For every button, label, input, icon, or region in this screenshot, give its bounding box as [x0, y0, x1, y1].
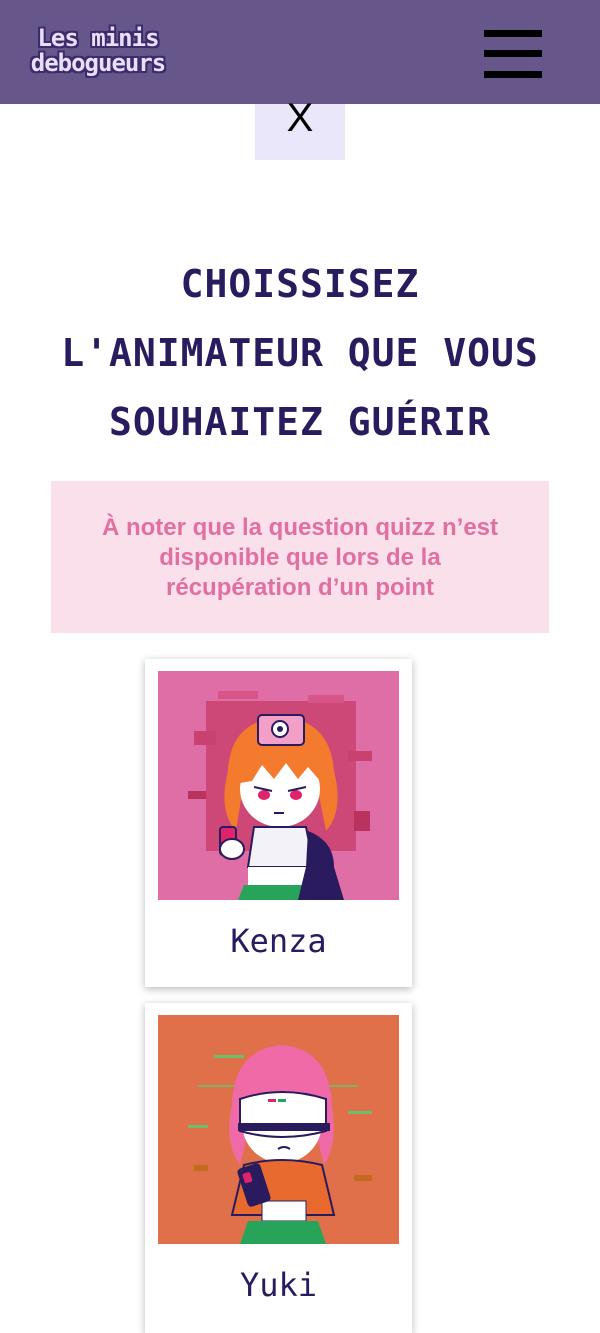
logo-line-1: Les minis: [37, 24, 159, 52]
page-title-line-2: L'ANIMATEUR QUE VOUS: [61, 331, 539, 375]
menu-bar-bottom: [484, 71, 542, 78]
page-title-line-1: CHOISSISEZ: [180, 262, 420, 306]
animator-card-kenza[interactable]: Kenza: [145, 659, 412, 987]
animator-portrait-kenza: [158, 671, 399, 900]
animator-name-yuki: Yuki: [239, 1266, 318, 1304]
site-logo[interactable]: Les minis debogueurs: [18, 26, 178, 76]
kenza-illustration: [158, 671, 399, 900]
logo-line-2: debogueurs: [30, 49, 167, 77]
animator-card-yuki[interactable]: Yuki: [145, 1003, 412, 1333]
yuki-illustration: [158, 1015, 399, 1244]
close-button[interactable]: X: [255, 98, 345, 160]
menu-bar-top: [484, 30, 542, 37]
animator-portrait-yuki: [158, 1015, 399, 1244]
notice-line-2: disponible que lors de la: [159, 544, 441, 571]
page-title-line-3: SOUHAITEZ GUÉRIR: [108, 400, 492, 444]
notice-line-3: récupération d’un point: [166, 574, 434, 601]
notice-line-1: À noter que la question quizz n’est: [101, 514, 499, 541]
top-app-bar: Les minis debogueurs: [0, 0, 600, 104]
animator-name-kenza: Kenza: [230, 922, 327, 960]
menu-bar-middle: [484, 50, 542, 57]
quiz-notice: À noter que la question quizz n’est disp…: [51, 481, 549, 633]
page-title: CHOISSISEZ L'ANIMATEUR QUE VOUS SOUHAITE…: [20, 250, 580, 457]
hamburger-menu-icon[interactable]: [484, 30, 542, 78]
